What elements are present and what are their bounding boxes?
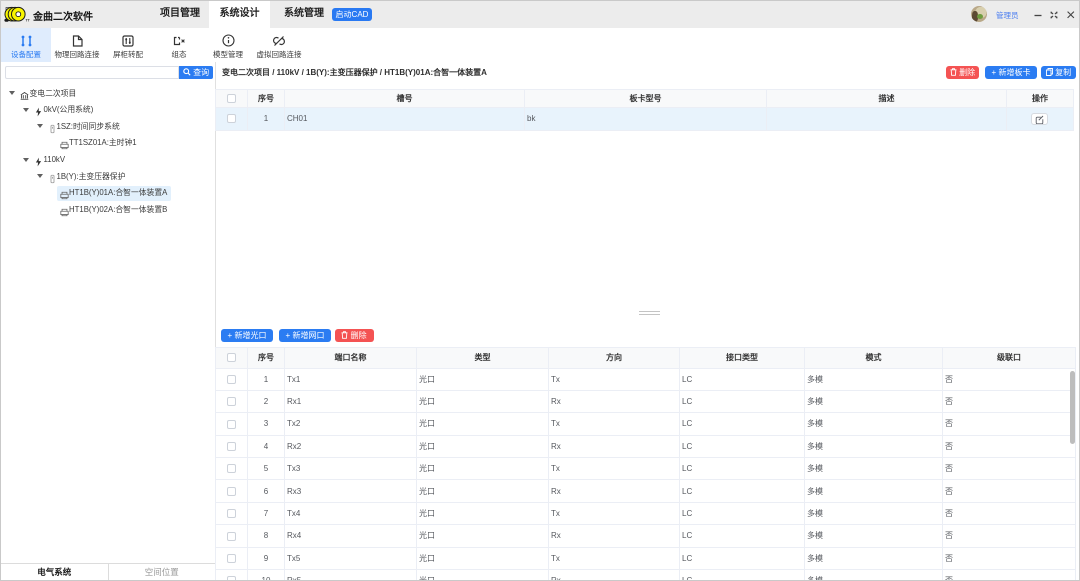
svg-text:TT: TT [26,19,31,23]
